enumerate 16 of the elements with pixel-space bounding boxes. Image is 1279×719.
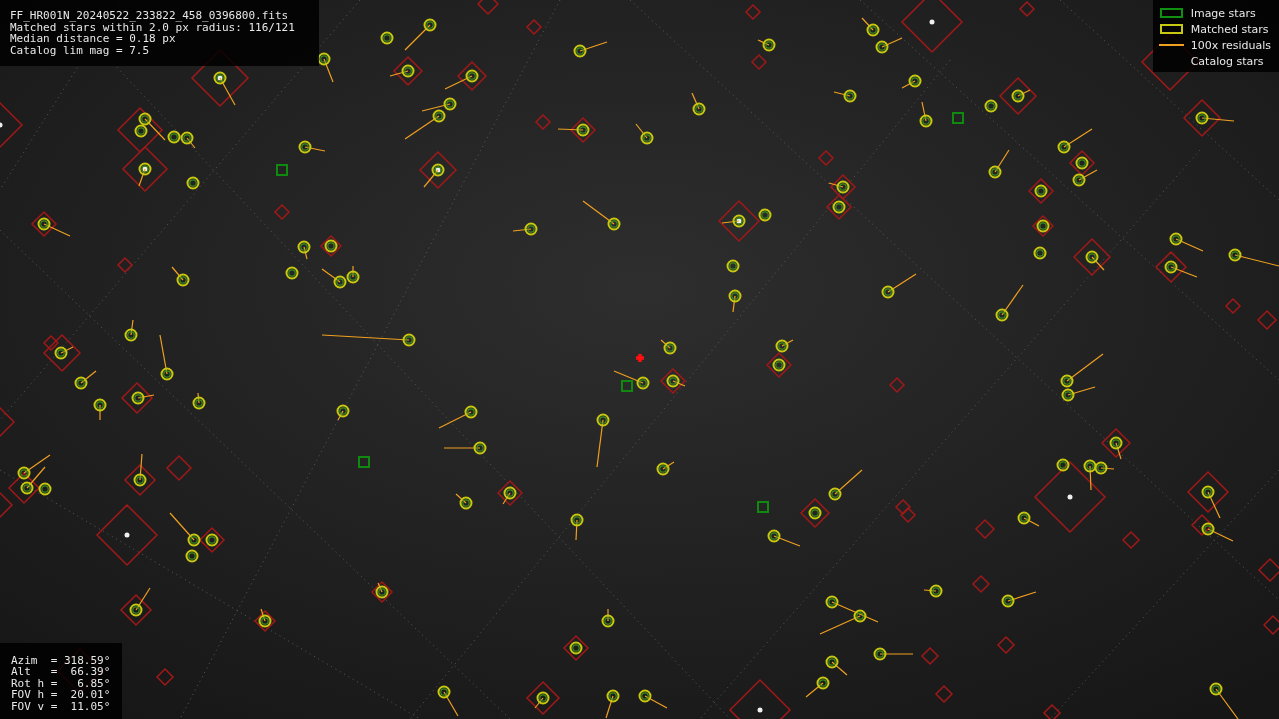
pointing-text: FOV h = 20.01° (11, 689, 111, 701)
legend-label: Matched stars (1190, 22, 1269, 36)
pointing-text: Alt = 66.39° (11, 666, 111, 678)
info-text: FF_HR001N_20240522_233822_458_0396800.fits (10, 10, 290, 22)
matched-stars-swatch (1159, 24, 1183, 34)
pointing-text: Rot h = 6.85° (11, 677, 111, 689)
pointing-text: Azim = 318.59° (11, 654, 111, 666)
info-text: Catalog lim mag = 7.5 (10, 44, 151, 56)
legend-label: 100x residuals (1190, 38, 1271, 52)
image-stars-swatch (1159, 8, 1183, 18)
info-text: Matched stars within 2.0 px radius: 116/121 (10, 21, 296, 33)
residual-line-swatch (1158, 44, 1184, 46)
legend-label: Catalog stars (1190, 54, 1264, 68)
info-text: Median distance = 0.18 px (10, 33, 176, 45)
pointing-text: FOV v = 11.05° (11, 700, 111, 712)
legend-label: Image stars (1190, 6, 1256, 20)
